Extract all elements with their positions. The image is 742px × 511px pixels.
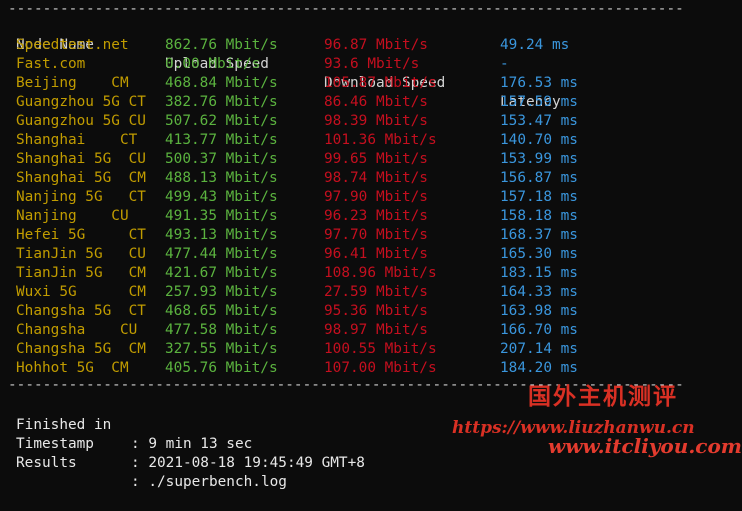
upload-speed-cell: 477.44 Mbit/s [165,246,278,262]
node-name-cell: Shanghai 5G CU [16,151,146,167]
node-name-cell: Changsha 5G CM [16,341,146,357]
table-row: TianJin 5G CU 477.44 Mbit/s 96.41 Mbit/s 16… [8,245,738,264]
download-speed-cell: 100.55 Mbit/s [324,341,437,357]
latency-cell: 183.15 ms [500,265,578,281]
latency-cell: 153.47 ms [500,113,578,129]
latency-cell: 49.24 ms [500,37,570,53]
table-row: Wuxi 5G CM 257.93 Mbit/s 27.59 Mbit/s 164.3… [8,283,738,302]
table-row: Nanjing CU 491.35 Mbit/s 96.23 Mbit/s 158.1… [8,207,738,226]
latency-cell: 176.53 ms [500,75,578,91]
upload-speed-cell: 499.43 Mbit/s [165,189,278,205]
latency-cell: 153.99 ms [500,151,578,167]
summary-label: Results [16,455,77,471]
download-speed-cell: 108.96 Mbit/s [324,265,437,281]
upload-speed-cell: 257.93 Mbit/s [165,284,278,300]
node-name-cell: Speedtest.net [16,37,129,53]
download-speed-cell: 96.23 Mbit/s [324,208,428,224]
download-speed-cell: 99.65 Mbit/s [324,151,428,167]
node-name-cell: Changsha CU [16,322,138,338]
download-speed-cell: 98.39 Mbit/s [324,113,428,129]
node-name-cell: TianJin 5G CU [16,246,146,262]
node-name-cell: Beijing CM [16,75,129,91]
upload-speed-cell: 0.00 Mbit/s [165,56,261,72]
download-speed-cell: 97.90 Mbit/s [324,189,428,205]
table-row: Changsha 5G CT 468.65 Mbit/s 95.36 Mbit/s 1… [8,302,738,321]
download-speed-cell: 98.74 Mbit/s [324,170,428,186]
node-name-cell: Guangzhou 5G CT [16,94,146,110]
table-row: Shanghai CT 413.77 Mbit/s 101.36 Mbit/s 140… [8,131,738,150]
upload-speed-cell: 862.76 Mbit/s [165,37,278,53]
table-row: Changsha CU 477.58 Mbit/s 98.97 Mbit/s 166.… [8,321,738,340]
node-name-cell: Fast.com [16,56,86,72]
table-row: Guangzhou 5G CU 507.62 Mbit/s 98.39 Mbit/s… [8,112,738,131]
node-name-cell: Shanghai 5G CM [16,170,146,186]
node-name-cell: Nanjing CU [16,208,129,224]
latency-cell: - [500,56,509,72]
node-name-cell: Nanjing 5G CT [16,189,146,205]
upload-speed-cell: 468.84 Mbit/s [165,75,278,91]
upload-speed-cell: 382.76 Mbit/s [165,94,278,110]
download-speed-cell: 96.87 Mbit/s [324,37,428,53]
download-speed-cell: 86.46 Mbit/s [324,94,428,110]
upload-speed-cell: 491.35 Mbit/s [165,208,278,224]
node-name-cell: Hefei 5G CT [16,227,146,243]
latency-cell: 156.87 ms [500,170,578,186]
table-row: Nanjing 5G CT 499.43 Mbit/s 97.90 Mbit/s 15… [8,188,738,207]
latency-cell: 168.37 ms [500,227,578,243]
table-row: Speedtest.net 862.76 Mbit/s 96.87 Mbit/s 49… [8,36,738,55]
upload-speed-cell: 500.37 Mbit/s [165,151,278,167]
download-speed-cell: 105.87 Mbit/s [324,75,437,91]
table-row: Fast.com 0.00 Mbit/s 93.6 Mbit/s - [8,55,738,74]
latency-cell: 207.14 ms [500,341,578,357]
node-name-cell: Wuxi 5G CM [16,284,146,300]
table-row: TianJin 5G CM 421.67 Mbit/s 108.96 Mbit/s 1… [8,264,738,283]
latency-cell: 157.59 ms [500,94,578,110]
table-row: Guangzhou 5G CT 382.76 Mbit/s 86.46 Mbit/s… [8,93,738,112]
latency-cell: 163.98 ms [500,303,578,319]
watermark-url-secondary: www.itcliyou.com [548,434,742,458]
latency-cell: 140.70 ms [500,132,578,148]
latency-cell: 166.70 ms [500,322,578,338]
upload-speed-cell: 488.13 Mbit/s [165,170,278,186]
upload-speed-cell: 413.77 Mbit/s [165,132,278,148]
watermark-title: 国外主机测评 [528,384,678,410]
upload-speed-cell: 468.65 Mbit/s [165,303,278,319]
upload-speed-cell: 421.67 Mbit/s [165,265,278,281]
download-speed-cell: 96.41 Mbit/s [324,246,428,262]
download-speed-cell: 93.6 Mbit/s [324,56,420,72]
node-name-cell: Changsha 5G CT [16,303,146,319]
summary-value: : 2021-08-18 19:45:49 GMT+8 [131,455,365,471]
node-name-cell: Shanghai CT [16,132,138,148]
table-row: Beijing CM 468.84 Mbit/s 105.87 Mbit/s 176.… [8,74,738,93]
latency-cell: 165.30 ms [500,246,578,262]
upload-speed-cell: 507.62 Mbit/s [165,113,278,129]
download-speed-cell: 98.97 Mbit/s [324,322,428,338]
latency-cell: 157.18 ms [500,189,578,205]
table-row: Shanghai 5G CU 500.37 Mbit/s 99.65 Mbit/s 1… [8,150,738,169]
table-row: Changsha 5G CM 327.55 Mbit/s 100.55 Mbit/s… [8,340,738,359]
download-speed-cell: 27.59 Mbit/s [324,284,428,300]
summary-value: : ./superbench.log [131,474,287,490]
table-row: Shanghai 5G CM 488.13 Mbit/s 98.74 Mbit/s 1… [8,169,738,188]
node-name-cell: TianJin 5G CM [16,265,146,281]
download-speed-cell: 101.36 Mbit/s [324,132,437,148]
table-row: Hefei 5G CT 493.13 Mbit/s 97.70 Mbit/s 168.… [8,226,738,245]
node-name-cell: Guangzhou 5G CU [16,113,146,129]
latency-cell: 164.33 ms [500,284,578,300]
upload-speed-cell: 327.55 Mbit/s [165,341,278,357]
upload-speed-cell: 493.13 Mbit/s [165,227,278,243]
latency-cell: 158.18 ms [500,208,578,224]
download-speed-cell: 97.70 Mbit/s [324,227,428,243]
table-header: Node Name Upload Speed Download Speed La… [8,17,738,110]
upload-speed-cell: 477.58 Mbit/s [165,322,278,338]
download-speed-cell: 95.36 Mbit/s [324,303,428,319]
